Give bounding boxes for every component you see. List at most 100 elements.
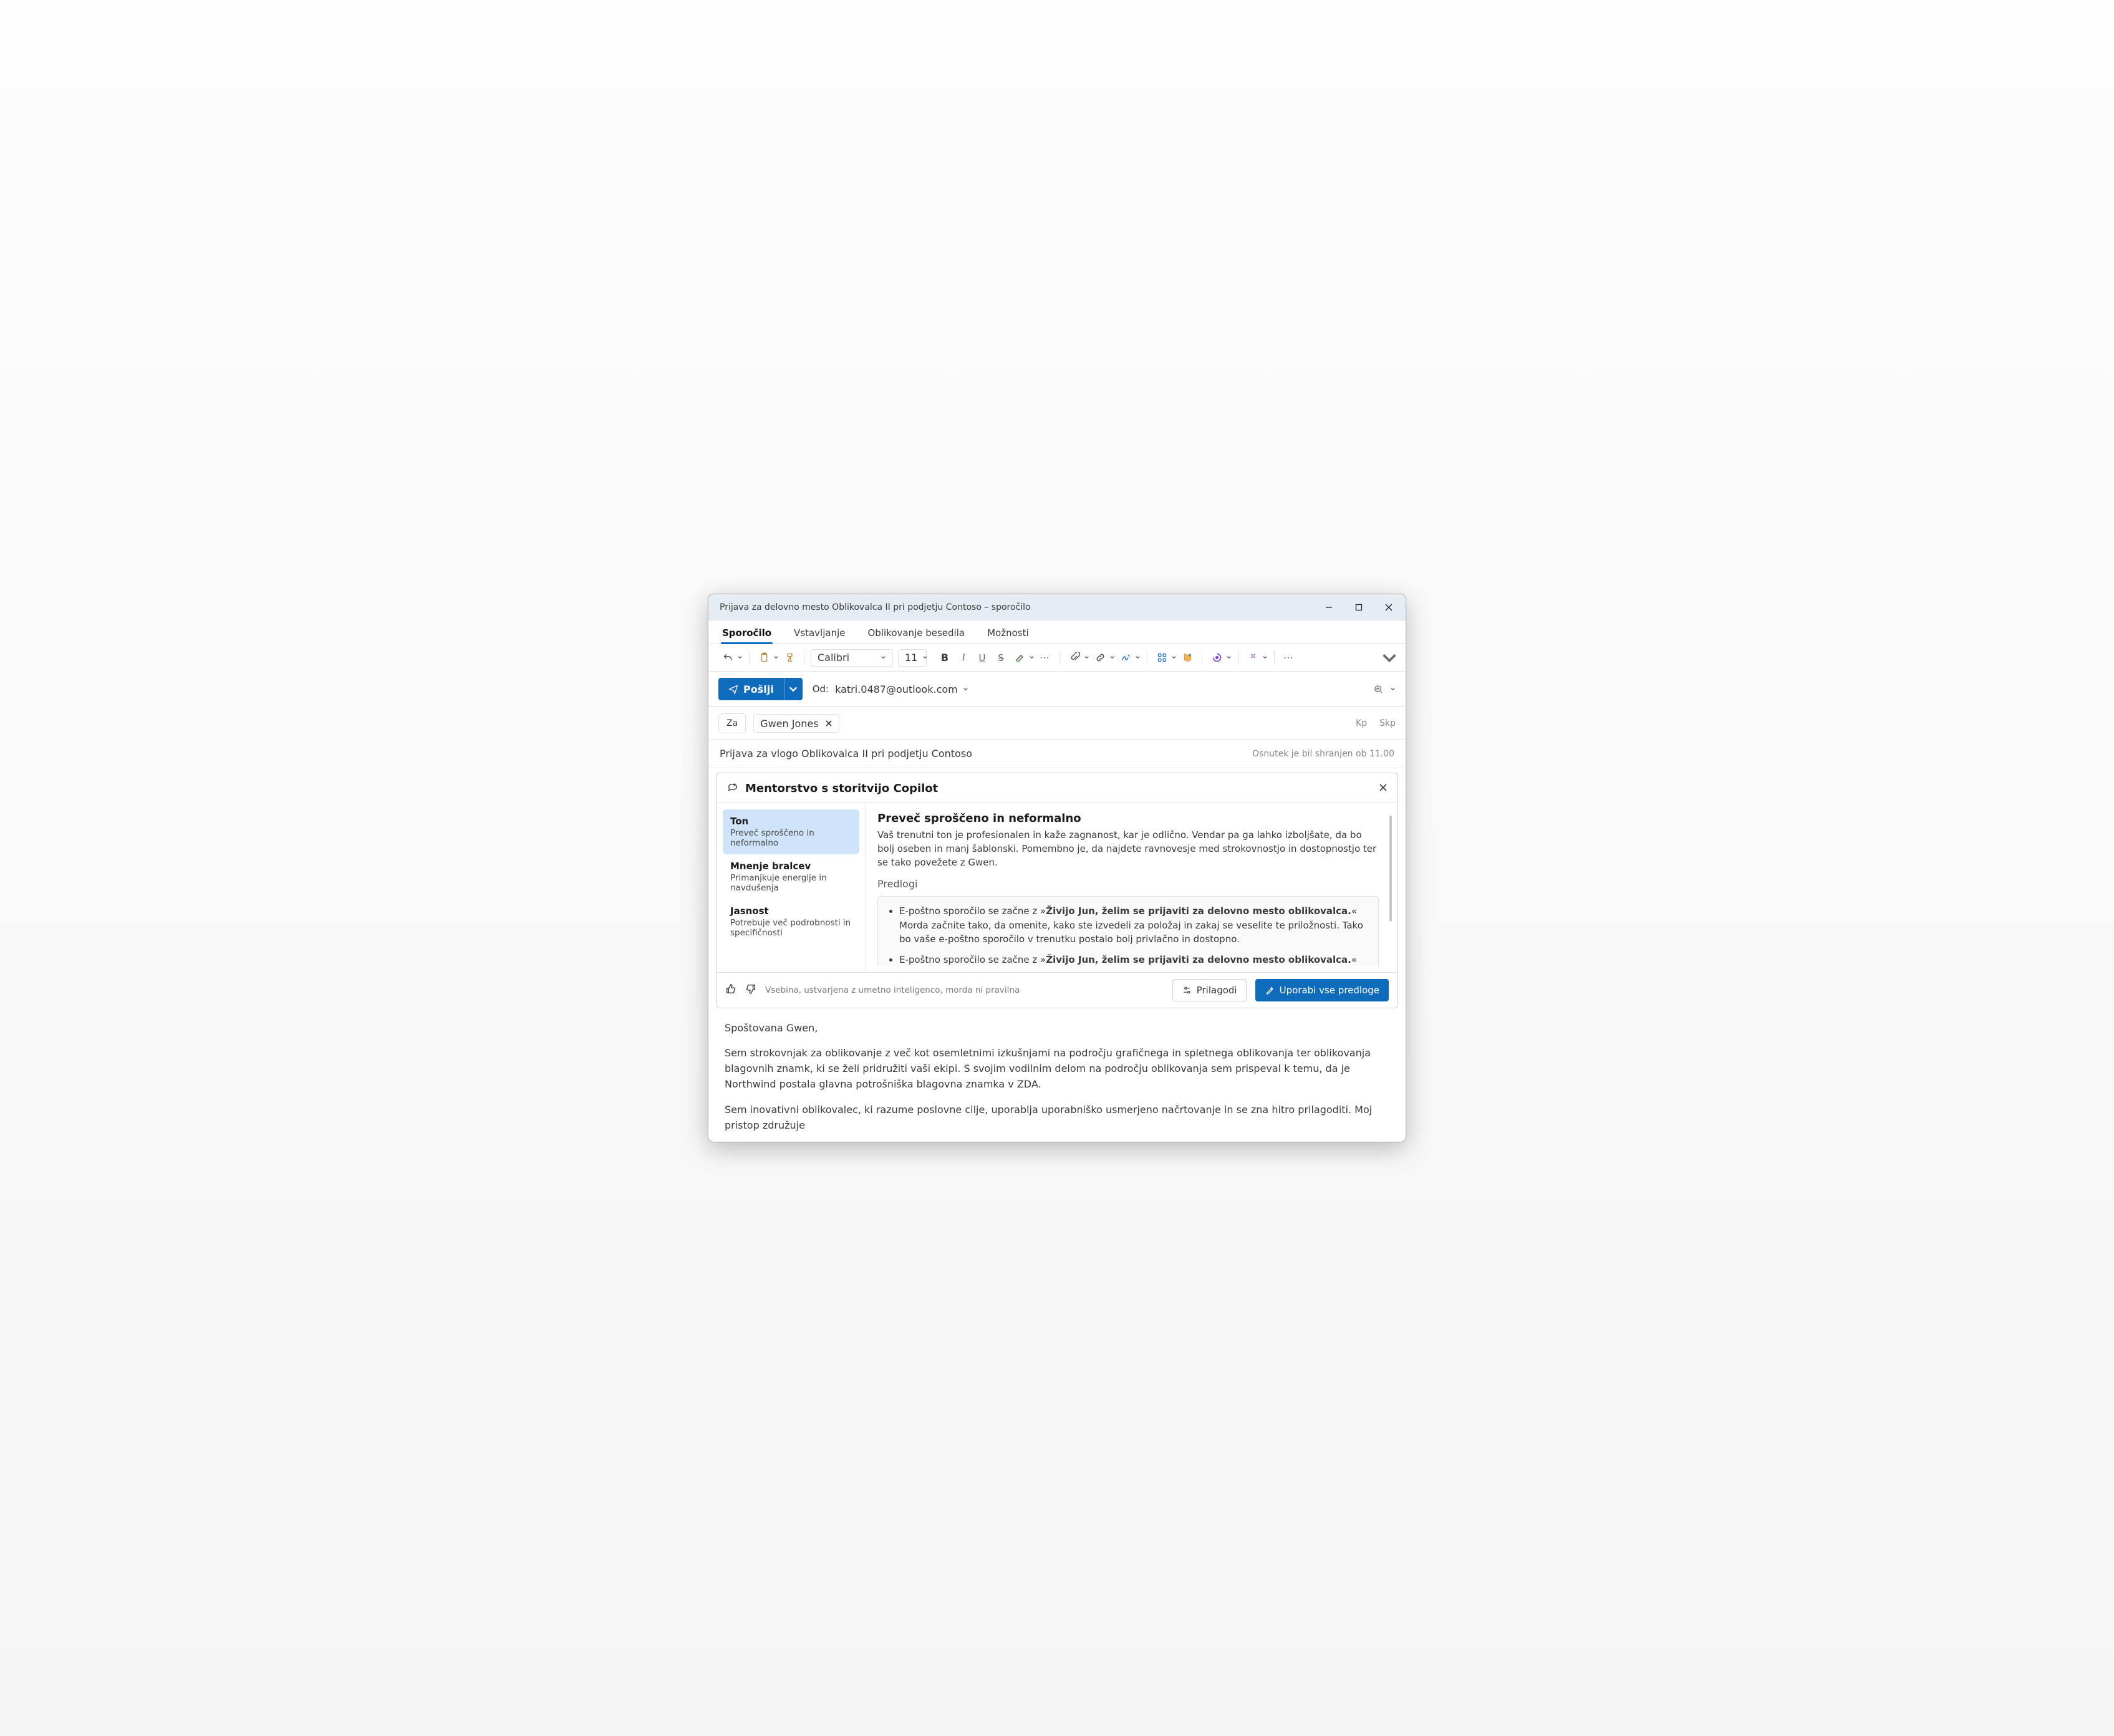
ribbon-expand-button[interactable] [1381, 649, 1398, 667]
highlight-button[interactable] [1011, 649, 1028, 667]
format-more-button[interactable]: ⋯ [1037, 649, 1053, 667]
thumbs-up-button[interactable] [725, 983, 736, 997]
to-label: Za [726, 718, 738, 728]
copilot-paragraph: Vaš trenutni ton je profesionalen in kaž… [877, 829, 1379, 869]
zoom-chevron-icon[interactable] [1390, 687, 1396, 692]
draft-status: Osnutek je bil shranjen ob 11.00 [1252, 749, 1394, 759]
format-painter-button[interactable] [781, 649, 798, 667]
adjust-label: Prilagodi [1197, 985, 1237, 996]
tab-compose[interactable]: Sporočilo [720, 627, 774, 644]
highlight-chevron-icon[interactable] [1029, 655, 1035, 660]
loop-button[interactable] [1209, 649, 1225, 667]
attach-chevron-icon[interactable] [1084, 655, 1089, 660]
send-split-button[interactable] [784, 678, 803, 700]
compose-window: Prijava za delovno mesto Oblikovalca II … [708, 594, 1406, 1142]
apply-all-button[interactable]: Uporabi vse predloge [1255, 979, 1389, 1001]
suggestion-item: E-poštno sporočilo se začne z »Živijo Ju… [899, 953, 1368, 966]
ai-disclaimer: Vsebina, ustvarjena z umetno inteligenco… [765, 985, 1020, 995]
window-title: Prijava za delovno mesto Oblikovalca II … [720, 602, 1031, 612]
italic-button[interactable]: I [955, 649, 972, 667]
font-size-label: 11 [905, 652, 917, 663]
send-icon [728, 684, 738, 694]
divider [1274, 651, 1275, 665]
topic-tone[interactable]: Ton Preveč sproščeno in neformalno [723, 809, 859, 854]
minimize-button[interactable] [1315, 594, 1343, 620]
apply-label: Uporabi vse predloge [1280, 985, 1379, 996]
topic-subtitle: Primanjkuje energije in navdušenja [730, 873, 852, 893]
copilot-topics: Ton Preveč sproščeno in neformalno Mnenj… [717, 803, 866, 972]
thumbs-down-button[interactable] [745, 983, 756, 997]
body-greeting: Spoštovana Gwen, [725, 1021, 1389, 1036]
attach-button[interactable] [1066, 649, 1083, 667]
adjust-button[interactable]: Prilagodi [1172, 979, 1247, 1001]
immersive-reader-button[interactable] [1179, 649, 1195, 667]
bold-button[interactable]: B [937, 649, 953, 667]
send-label: Pošlji [743, 683, 774, 695]
link-chevron-icon[interactable] [1109, 655, 1115, 660]
from-address: katri.0487@outlook.com [835, 683, 958, 695]
apps-button[interactable] [1154, 649, 1170, 667]
copilot-chevron-icon[interactable] [1262, 655, 1268, 660]
subject-field[interactable]: Prijava za vlogo Oblikovalca II pri podj… [720, 748, 972, 760]
tab-format[interactable]: Oblikovanje besedila [866, 627, 968, 644]
font-name-select[interactable]: Calibri [811, 649, 893, 667]
remove-recipient-icon[interactable] [825, 718, 833, 730]
cc-button[interactable]: Kp [1356, 718, 1367, 728]
paste-chevron-icon[interactable] [773, 655, 779, 660]
copilot-footer: Vsebina, ustvarjena z umetno inteligenco… [717, 973, 1397, 1008]
to-row: Za Gwen Jones Kp Skp [708, 707, 1406, 740]
topic-title: Jasnost [730, 905, 852, 917]
loop-chevron-icon[interactable] [1226, 655, 1232, 660]
recipient-pill[interactable]: Gwen Jones [753, 714, 839, 733]
divider [1059, 651, 1060, 665]
underline-button[interactable]: U [974, 649, 990, 667]
to-button[interactable]: Za [718, 713, 746, 733]
suggestions-box: E-poštno sporočilo se začne z »Živijo Ju… [877, 896, 1379, 965]
zoom-button[interactable] [1370, 680, 1386, 698]
undo-chevron-icon[interactable] [737, 655, 743, 660]
copilot-coach-icon [726, 781, 739, 796]
email-body[interactable]: Spoštovana Gwen, Sem strokovnjak za obli… [708, 1017, 1406, 1142]
topic-clarity[interactable]: Jasnost Potrebuje več podrobnosti in spe… [723, 899, 859, 944]
topic-reader[interactable]: Mnenje bralcev Primanjkuje energije in n… [723, 854, 859, 899]
apps-chevron-icon[interactable] [1171, 655, 1177, 660]
copilot-detail: Preveč sproščeno in neformalno Vaš trenu… [866, 803, 1397, 972]
copilot-scrollbar[interactable] [1388, 812, 1394, 966]
strike-button[interactable]: S [993, 649, 1009, 667]
maximize-button[interactable] [1344, 594, 1373, 620]
tab-insert[interactable]: Vstavljanje [791, 627, 847, 644]
close-button[interactable] [1374, 594, 1403, 620]
subject-row: Prijava za vlogo Oblikovalca II pri podj… [708, 740, 1406, 768]
window-buttons [1315, 594, 1403, 620]
copilot-button[interactable] [1245, 649, 1261, 667]
suggestion-item: E-poštno sporočilo se začne z »Živijo Ju… [899, 904, 1368, 947]
suggestions-label: Predlogi [877, 878, 1379, 890]
signature-chevron-icon[interactable] [1135, 655, 1141, 660]
tab-options[interactable]: Možnosti [985, 627, 1031, 644]
compose-header: Pošlji Od: katri.0487@outlook.com [708, 672, 1406, 707]
title-bar: Prijava za delovno mesto Oblikovalca II … [708, 594, 1406, 620]
copilot-close-button[interactable] [1379, 783, 1388, 794]
link-button[interactable] [1092, 649, 1108, 667]
from-selector[interactable]: Od: katri.0487@outlook.com [813, 683, 968, 695]
font-name-label: Calibri [818, 652, 849, 663]
topic-title: Ton [730, 816, 852, 827]
copilot-heading: Preveč sproščeno in neformalno [877, 812, 1379, 825]
undo-button[interactable] [720, 649, 736, 667]
copilot-title: Mentorstvo s storitvijo Copilot [745, 782, 938, 795]
paste-button[interactable] [756, 649, 772, 667]
copilot-panel: Mentorstvo s storitvijo Copilot Ton Prev… [716, 773, 1398, 1008]
recipient-name: Gwen Jones [760, 718, 818, 730]
body-paragraph: Sem inovativni oblikovalec, ki razume po… [725, 1102, 1389, 1134]
topic-subtitle: Preveč sproščeno in neformalno [730, 828, 852, 848]
signature-button[interactable] [1117, 649, 1134, 667]
content-area: Mentorstvo s storitvijo Copilot Ton Prev… [708, 768, 1406, 1142]
send-button[interactable]: Pošlji [718, 678, 803, 700]
bcc-button[interactable]: Skp [1379, 718, 1396, 728]
font-size-select[interactable]: 11 [898, 649, 927, 667]
toolbar-more-button[interactable]: ⋯ [1281, 649, 1297, 667]
magic-wand-icon [1265, 985, 1275, 995]
sliders-icon [1182, 985, 1192, 995]
divider [749, 651, 750, 665]
ribbon-toolbar: Calibri 11 B I U S ⋯ [708, 644, 1406, 672]
